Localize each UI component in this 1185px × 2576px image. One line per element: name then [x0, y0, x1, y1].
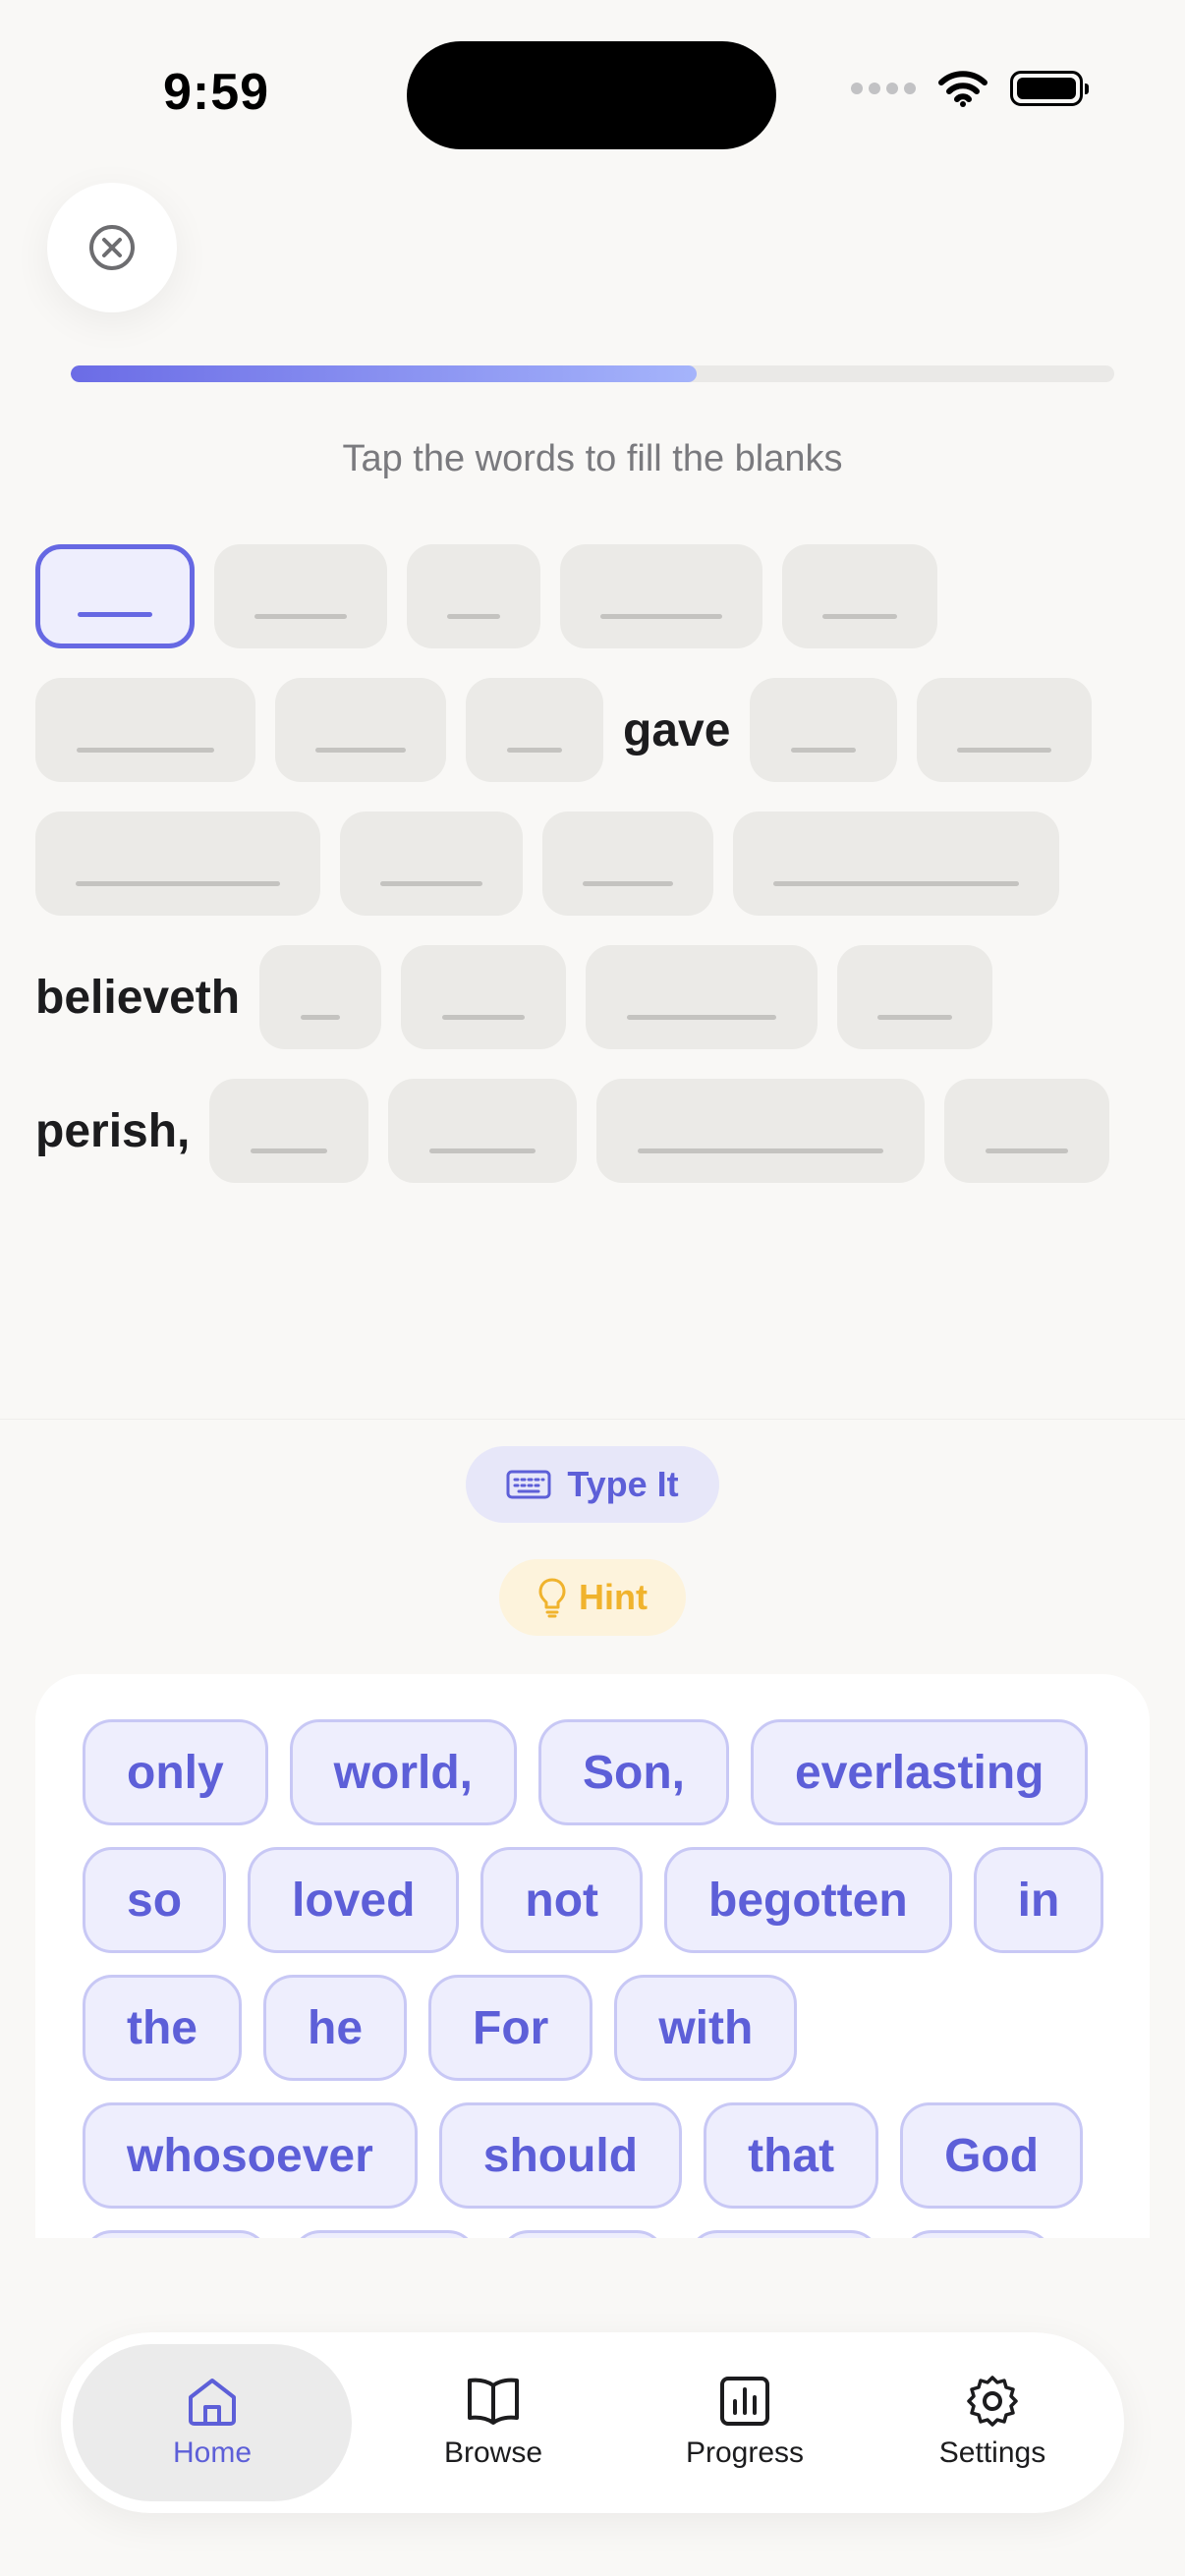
- status-time: 9:59: [163, 64, 270, 121]
- word-chip[interactable]: For: [428, 1975, 593, 2081]
- wifi-icon: [938, 71, 988, 107]
- tab-bar: Home Browse Progress Settings: [61, 2332, 1124, 2513]
- blank-slot[interactable]: [340, 812, 523, 916]
- verse-line: believeth: [35, 945, 993, 1049]
- tab-label: Settings: [938, 2436, 1046, 2469]
- keyboard-icon: [506, 1470, 551, 1499]
- word-chip[interactable]: [291, 2230, 478, 2238]
- status-indicators: [851, 69, 1089, 108]
- blank-slot[interactable]: [750, 678, 898, 782]
- blank-slot[interactable]: [209, 1079, 369, 1183]
- blank-slot[interactable]: [35, 812, 320, 916]
- word-chip[interactable]: Son,: [538, 1719, 729, 1825]
- hint-label: Hint: [579, 1577, 648, 1617]
- word-chip[interactable]: [83, 2230, 269, 2238]
- word-chip[interactable]: not: [480, 1847, 644, 1953]
- blank-slot[interactable]: [586, 945, 818, 1049]
- gear-icon: [967, 2376, 1018, 2427]
- lightbulb-icon: [538, 1578, 566, 1618]
- word-chip[interactable]: the: [83, 1975, 242, 2081]
- home-icon: [189, 2379, 236, 2426]
- chart-icon: [720, 2377, 769, 2426]
- verse-word: believeth: [35, 971, 241, 1024]
- word-bank-row: the he For with: [83, 1975, 798, 2081]
- word-chip[interactable]: should: [438, 2102, 683, 2209]
- word-chip[interactable]: he: [263, 1975, 408, 2081]
- blank-slot[interactable]: [596, 1079, 926, 1183]
- book-icon: [468, 2378, 519, 2425]
- hint-button[interactable]: Hint: [499, 1559, 686, 1636]
- word-chip[interactable]: [688, 2230, 880, 2238]
- word-chip[interactable]: with: [614, 1975, 798, 2081]
- word-chip[interactable]: whosoever: [83, 2102, 418, 2209]
- word-chip[interactable]: loved: [248, 1847, 460, 1953]
- dynamic-island: [407, 41, 776, 149]
- blank-slot[interactable]: [733, 812, 1059, 916]
- word-bank-row: only world, Son, everlasting: [83, 1719, 1089, 1825]
- tab-label: Progress: [685, 2436, 805, 2469]
- tab-settings[interactable]: Settings: [882, 2344, 1102, 2501]
- type-it-button[interactable]: Type It: [466, 1446, 719, 1523]
- blank-slot[interactable]: [944, 1079, 1110, 1183]
- verse-line: perish,: [35, 1079, 1110, 1183]
- word-chip[interactable]: world,: [289, 1719, 517, 1825]
- word-chip[interactable]: God: [900, 2102, 1084, 2209]
- progress-fill: [71, 365, 698, 382]
- verse-line: [35, 812, 1059, 916]
- verse-line: gave: [35, 678, 1093, 782]
- blank-slot[interactable]: [275, 678, 446, 782]
- type-it-label: Type It: [567, 1464, 679, 1504]
- tab-progress[interactable]: Progress: [635, 2344, 855, 2501]
- blank-slot[interactable]: [35, 678, 255, 782]
- blank-slot[interactable]: [917, 678, 1093, 782]
- verse-word: perish,: [35, 1104, 191, 1157]
- word-chip[interactable]: only: [83, 1719, 268, 1825]
- word-chip[interactable]: that: [704, 2102, 879, 2209]
- blank-slot[interactable]: [560, 544, 762, 648]
- blank-slot[interactable]: [388, 1079, 578, 1183]
- progress-bar: [71, 365, 1114, 382]
- blank-slot[interactable]: [35, 544, 195, 648]
- word-bank-row: whosoever should that God: [83, 2102, 1084, 2209]
- tab-browse[interactable]: Browse: [385, 2344, 601, 2501]
- blank-slot[interactable]: [837, 945, 993, 1049]
- battery-icon: [1010, 71, 1089, 106]
- word-chip[interactable]: begotten: [664, 1847, 952, 1953]
- verse-line: [35, 544, 937, 648]
- tab-home[interactable]: Home: [73, 2344, 352, 2501]
- blank-slot[interactable]: [466, 678, 603, 782]
- cellular-signal-icon: [851, 83, 916, 94]
- word-chip[interactable]: [902, 2230, 1053, 2238]
- word-chip[interactable]: so: [83, 1847, 227, 1953]
- word-bank-row: so loved not begotten in: [83, 1847, 1104, 1953]
- blank-slot[interactable]: [542, 812, 713, 916]
- word-bank-row-partial: [83, 2230, 1053, 2238]
- blank-slot[interactable]: [259, 945, 382, 1049]
- blank-slot[interactable]: [214, 544, 387, 648]
- word-chip[interactable]: everlasting: [751, 1719, 1089, 1825]
- tab-label: Browse: [443, 2436, 543, 2469]
- verse-word: gave: [623, 703, 731, 756]
- word-chip[interactable]: [499, 2230, 666, 2238]
- blank-slot[interactable]: [782, 544, 937, 648]
- close-button[interactable]: [47, 183, 177, 312]
- blank-slot[interactable]: [401, 945, 567, 1049]
- blank-slot[interactable]: [407, 544, 540, 648]
- tab-label: Home: [172, 2436, 253, 2469]
- word-chip[interactable]: in: [973, 1847, 1104, 1953]
- word-bank[interactable]: only world, Son, everlasting so loved no…: [35, 1674, 1150, 2238]
- close-icon: [89, 225, 135, 270]
- instruction-text: Tap the words to fill the blanks: [342, 438, 843, 479]
